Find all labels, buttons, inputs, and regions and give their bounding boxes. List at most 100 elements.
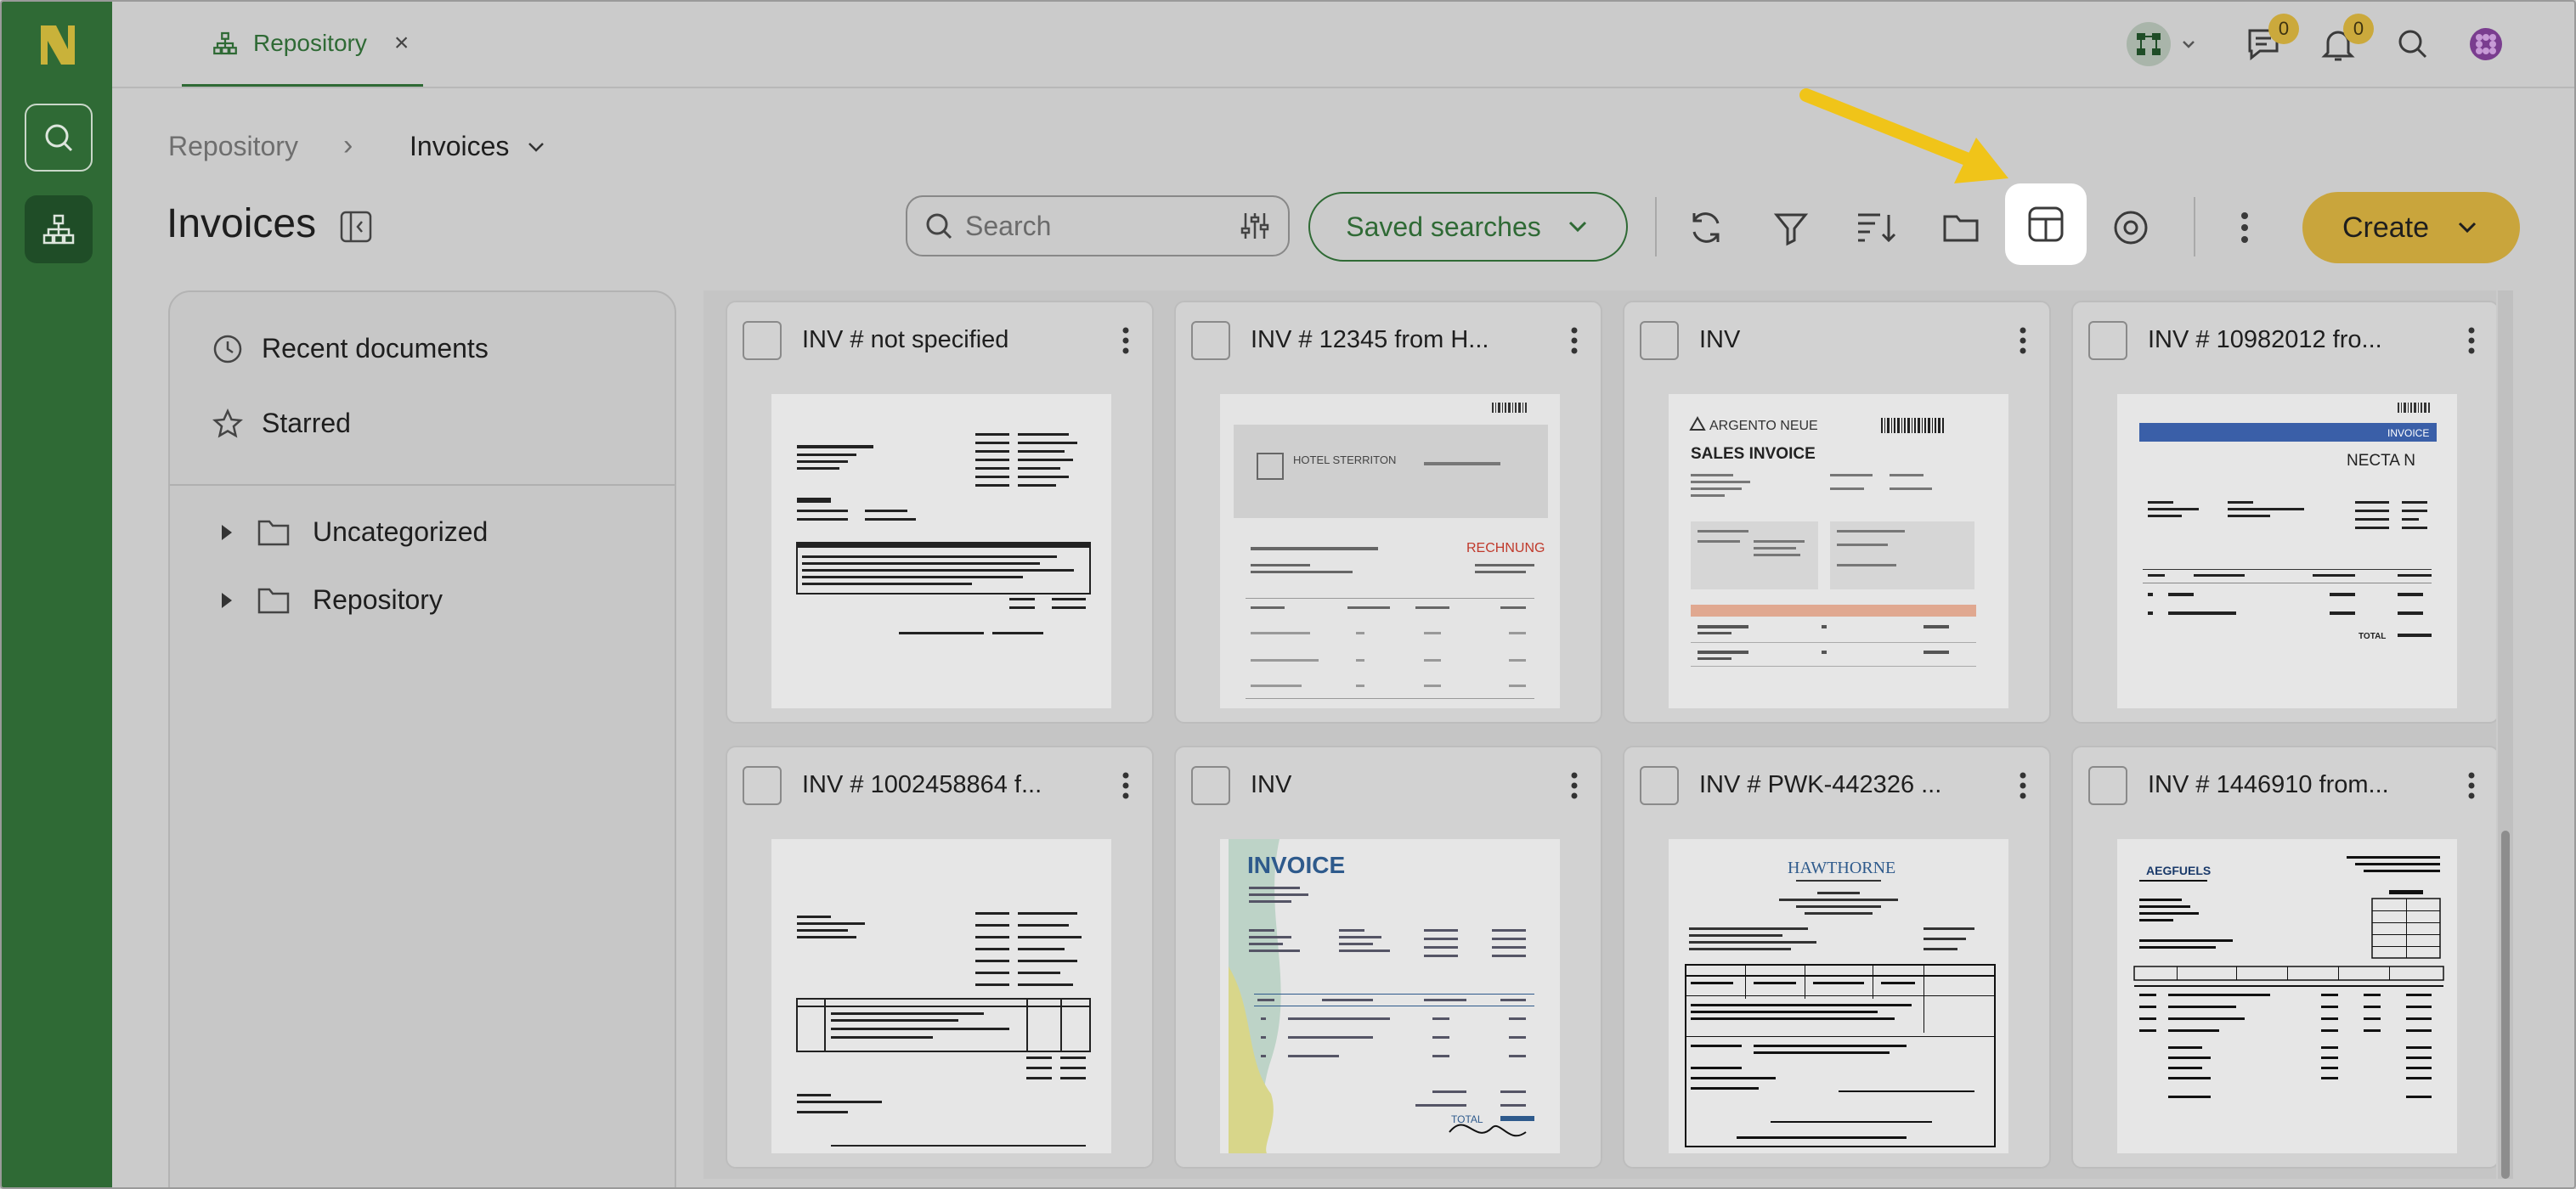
document-card[interactable]: INV ARGENTO NEUE SALES INVOICE xyxy=(1623,301,2051,724)
search-icon xyxy=(2398,30,2427,59)
star-icon xyxy=(212,408,243,438)
toolbar-divider xyxy=(1655,197,1657,256)
sort-button[interactable] xyxy=(1842,194,1910,262)
svg-text:SALES INVOICE: SALES INVOICE xyxy=(1691,445,1816,463)
document-thumbnail[interactable] xyxy=(771,839,1111,1153)
filter-sliders-icon[interactable] xyxy=(1239,210,1271,242)
kebab-menu-icon[interactable] xyxy=(2467,326,2476,355)
rail-repository-button[interactable] xyxy=(25,195,93,263)
create-label: Create xyxy=(2342,211,2430,244)
invoice-preview-image: HAWTHORNE xyxy=(1669,839,2008,1153)
select-checkbox[interactable] xyxy=(2088,321,2127,360)
collapse-sidebar-icon[interactable] xyxy=(338,209,374,245)
select-checkbox[interactable] xyxy=(2088,766,2127,805)
document-card[interactable]: INV INVOICE TOTAL xyxy=(1174,746,1602,1169)
user-avatar-button[interactable] xyxy=(2459,17,2513,71)
document-thumbnail[interactable]: INVOICE TOTAL xyxy=(1220,839,1560,1153)
sidebar-item-starred[interactable]: Starred xyxy=(212,408,351,439)
document-thumbnail[interactable]: INVOICE NECTA N TOTAL xyxy=(2117,394,2457,708)
preview-button[interactable] xyxy=(2097,194,2165,262)
document-card[interactable]: INV # not specified xyxy=(726,301,1154,724)
invoice-preview-image xyxy=(771,839,1111,1153)
eye-icon xyxy=(2114,211,2148,245)
svg-text:TOTAL: TOTAL xyxy=(2359,632,2386,641)
more-actions-button[interactable] xyxy=(2211,194,2279,262)
sidebar-item-recent[interactable]: Recent documents xyxy=(212,333,489,364)
kebab-menu-icon[interactable] xyxy=(1121,771,1130,800)
tab-close-button[interactable]: × xyxy=(394,29,410,58)
chevron-down-icon xyxy=(1568,221,1586,233)
messages-button[interactable]: 0 xyxy=(2236,14,2299,71)
document-card[interactable]: INV # 1446910 from... AEGFUELS xyxy=(2071,746,2496,1169)
tab-repository[interactable]: Repository × xyxy=(182,2,423,87)
tree-item-label: Repository xyxy=(313,584,443,615)
svg-text:INVOICE: INVOICE xyxy=(2387,427,2429,439)
document-title: INV # PWK-442326 ... xyxy=(1699,771,1942,798)
kebab-menu-icon[interactable] xyxy=(1570,326,1579,355)
document-thumbnail[interactable]: ARGENTO NEUE SALES INVOICE xyxy=(1669,394,2008,708)
caret-right-icon[interactable] xyxy=(219,591,234,610)
document-title: INV # 12345 from H... xyxy=(1251,326,1489,353)
sort-icon xyxy=(1858,213,1896,243)
invoice-preview-image: ARGENTO NEUE SALES INVOICE xyxy=(1669,394,2008,708)
svg-text:NECTA N: NECTA N xyxy=(2347,452,2415,470)
invoice-preview-image: HOTEL STERRITON RECHNUNG xyxy=(1220,394,1560,708)
create-button[interactable]: Create xyxy=(2302,192,2520,263)
select-checkbox[interactable] xyxy=(1191,766,1230,805)
sidebar-panel: Recent documents Starred Uncategorized R… xyxy=(168,290,676,1187)
document-thumbnail[interactable] xyxy=(771,394,1111,708)
layout-toggle-button[interactable] xyxy=(2005,183,2087,265)
messages-badge: 0 xyxy=(2268,14,2299,44)
chevron-down-icon xyxy=(2458,222,2477,234)
document-thumbnail[interactable]: AEGFUELS xyxy=(2117,839,2457,1153)
document-card[interactable]: INV # 12345 from H... HOTEL STERRITON RE… xyxy=(1174,301,1602,724)
svg-text:RECHNUNG: RECHNUNG xyxy=(1466,541,1545,555)
caret-right-icon[interactable] xyxy=(219,523,234,542)
app-logo-icon[interactable] xyxy=(34,20,82,68)
search-input[interactable]: Search xyxy=(906,195,1290,256)
notifications-badge: 0 xyxy=(2343,14,2374,44)
rail-search-button[interactable] xyxy=(25,104,93,172)
document-thumbnail[interactable]: HOTEL STERRITON RECHNUNG xyxy=(1220,394,1560,708)
invoice-preview-image: INVOICE TOTAL xyxy=(1220,839,1560,1153)
kebab-menu-icon[interactable] xyxy=(2019,326,2027,355)
select-checkbox[interactable] xyxy=(743,321,782,360)
kebab-menu-icon[interactable] xyxy=(1570,771,1579,800)
svg-text:AEGFUELS: AEGFUELS xyxy=(2146,864,2211,877)
folder-view-button[interactable] xyxy=(1927,194,1995,262)
app-window: Repository × 0 0 Repository › Invoices I… xyxy=(0,0,2576,1189)
document-card[interactable]: INV # 10982012 fro... INVOICE NECTA N TO… xyxy=(2071,301,2496,724)
sidebar-item-label: Recent documents xyxy=(262,333,489,363)
global-search-button[interactable] xyxy=(2386,17,2440,71)
breadcrumb-root[interactable]: Repository xyxy=(168,131,298,162)
svg-text:HOTEL STERRITON: HOTEL STERRITON xyxy=(1293,454,1396,466)
scrollbar-thumb[interactable] xyxy=(2501,831,2510,1179)
document-title: INV # 1002458864 f... xyxy=(802,771,1042,798)
layout-panel-icon xyxy=(2028,206,2064,242)
grid-scrollbar[interactable] xyxy=(2498,290,2513,1179)
kebab-menu-icon[interactable] xyxy=(2467,771,2476,800)
tree-item-repository[interactable]: Repository xyxy=(219,584,443,616)
tree-item-uncategorized[interactable]: Uncategorized xyxy=(219,516,488,548)
funnel-icon xyxy=(1773,213,1809,246)
refresh-button[interactable] xyxy=(1672,194,1740,262)
select-checkbox[interactable] xyxy=(1640,321,1679,360)
kebab-menu-icon[interactable] xyxy=(1121,326,1130,355)
tab-label: Repository xyxy=(253,29,367,56)
select-checkbox[interactable] xyxy=(1191,321,1230,360)
saved-searches-button[interactable]: Saved searches xyxy=(1308,192,1628,262)
folder-icon xyxy=(257,588,290,613)
top-bar: Repository × 0 0 xyxy=(112,2,2574,88)
kebab-menu-icon[interactable] xyxy=(2019,771,2027,800)
document-card[interactable]: INV # PWK-442326 ... HAWTHORNE xyxy=(1623,746,2051,1169)
avatar-icon xyxy=(2470,28,2502,60)
workflow-menu-button[interactable] xyxy=(2119,17,2204,71)
filter-button[interactable] xyxy=(1757,194,1825,262)
select-checkbox[interactable] xyxy=(743,766,782,805)
document-thumbnail[interactable]: HAWTHORNE xyxy=(1669,839,2008,1153)
notifications-button[interactable]: 0 xyxy=(2311,14,2374,71)
breadcrumb-chevron-down-icon[interactable] xyxy=(523,134,549,160)
select-checkbox[interactable] xyxy=(1640,766,1679,805)
document-card[interactable]: INV # 1002458864 f... xyxy=(726,746,1154,1169)
breadcrumb-current[interactable]: Invoices xyxy=(410,131,509,162)
